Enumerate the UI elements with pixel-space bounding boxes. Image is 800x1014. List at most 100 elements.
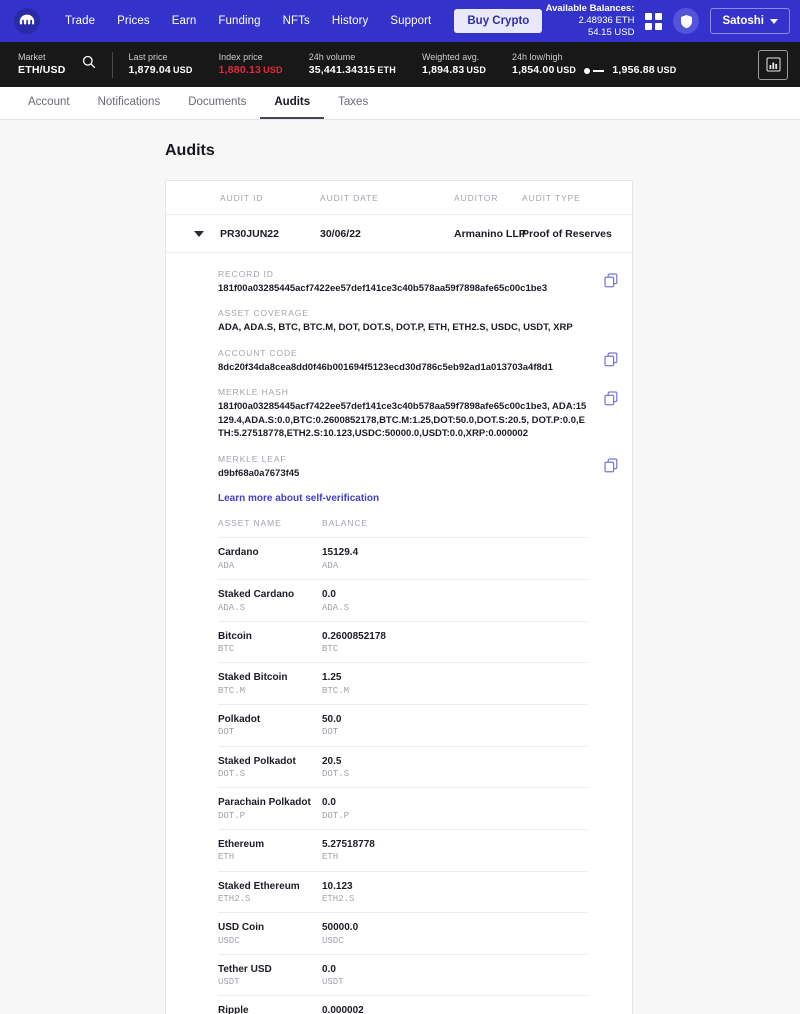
market-selector[interactable]: Market ETH/USD (18, 51, 96, 77)
nav-link-funding[interactable]: Funding (207, 15, 271, 27)
field-label: MERKLE LEAF (218, 454, 588, 464)
list-item: Staked Polkadot DOT.S 20.5 DOT.S (218, 747, 588, 789)
grid-apps-icon[interactable] (645, 13, 662, 30)
asset-balances-table: ASSET NAME BALANCE Cardano ADA 15129.4 A… (218, 518, 588, 1014)
nav-link-earn[interactable]: Earn (161, 15, 208, 27)
audits-card: AUDIT ID AUDIT DATE AUDITOR AUDIT TYPE P… (165, 180, 633, 1014)
market-value: ETH/USD (18, 63, 66, 77)
audit-detail-panel: RECORD ID 181f00a03285445acf7422ee57def1… (166, 253, 632, 1014)
asset-balance-cell: 0.0 DOT.P (322, 796, 588, 822)
audits-table-header: AUDIT ID AUDIT DATE AUDITOR AUDIT TYPE (166, 181, 632, 215)
user-menu-label: Satoshi (722, 15, 764, 27)
asset-balance-cell: 0.2600852178 BTC (322, 630, 588, 656)
stat-value: 35,441.34315ETH (309, 63, 396, 77)
asset-balance-cell: 50000.0 USDC (322, 921, 588, 947)
asset-balance-cell: 10.123 ETH2.S (322, 880, 588, 906)
column-header-audit-id: AUDIT ID (220, 193, 320, 203)
stat-label: 24h low/high (512, 51, 676, 63)
tab-documents[interactable]: Documents (174, 87, 260, 119)
tab-account[interactable]: Account (14, 87, 84, 119)
asset-balance: 0.0 (322, 796, 588, 810)
field-merkle-hash: MERKLE HASH 181f00a03285445acf7422ee57de… (166, 387, 632, 440)
account-sub-tabs: Account Notifications Documents Audits T… (0, 87, 800, 120)
asset-balance: 10.123 (322, 880, 588, 894)
asset-name: USD Coin (218, 921, 322, 935)
stat-value: 1,894.83USD (422, 63, 486, 77)
table-row[interactable]: PR30JUN22 30/06/22 Armanino LLP Proof of… (166, 215, 632, 253)
asset-name-cell: Tether USD USDT (218, 963, 322, 989)
cell-audit-id: PR30JUN22 (220, 228, 320, 240)
asset-name: Ethereum (218, 838, 322, 852)
asset-name: Staked Cardano (218, 588, 322, 602)
buy-crypto-button[interactable]: Buy Crypto (454, 9, 542, 33)
stat-value: 1,880.13USD (219, 63, 283, 77)
shield-icon[interactable] (673, 8, 699, 34)
kraken-logo-icon[interactable] (14, 8, 40, 34)
asset-balance-symbol: DOT.S (322, 768, 588, 780)
asset-name: Staked Polkadot (218, 755, 322, 769)
asset-name-cell: Ripple XRP (218, 1004, 322, 1014)
nav-link-nfts[interactable]: NFTs (272, 15, 321, 27)
asset-symbol: ETH2.S (218, 893, 322, 905)
stat-24h-low-high: 24h low/high 1,854.00USD 1,956.88USD (512, 51, 676, 77)
page-title: Audits (165, 142, 800, 160)
nav-link-history[interactable]: History (321, 15, 379, 27)
asset-balance: 0.0 (322, 963, 588, 977)
nav-link-trade[interactable]: Trade (54, 15, 106, 27)
copy-icon[interactable] (604, 352, 618, 372)
asset-name: Polkadot (218, 713, 322, 727)
asset-balance-cell: 15129.4 ADA (322, 546, 588, 572)
top-navigation-bar: Trade Prices Earn Funding NFTs History S… (0, 0, 800, 42)
asset-balance: 20.5 (322, 755, 588, 769)
asset-symbol: USDC (218, 935, 322, 947)
asset-symbol: ADA.S (218, 602, 322, 614)
user-menu-button[interactable]: Satoshi (710, 8, 790, 34)
field-label: RECORD ID (218, 269, 588, 279)
asset-balance-symbol: ADA (322, 560, 588, 572)
copy-icon[interactable] (604, 391, 618, 411)
stat-24h-volume: 24h volume 35,441.34315ETH (309, 51, 396, 77)
stat-label: 24h volume (309, 51, 396, 63)
asset-balance: 0.0 (322, 588, 588, 602)
column-header-balance: BALANCE (322, 518, 588, 528)
asset-name: Tether USD (218, 963, 322, 977)
asset-symbol: DOT.P (218, 810, 322, 822)
bar-chart-icon[interactable] (758, 50, 788, 80)
field-value: d9bf68a0a7673f45 (218, 467, 588, 480)
expand-toggle-button[interactable] (178, 231, 220, 237)
asset-table-header: ASSET NAME BALANCE (218, 518, 588, 538)
balance-usd: 54.15 USD (546, 27, 635, 39)
tab-audits[interactable]: Audits (260, 87, 324, 119)
balance-eth: 2.48936 ETH (546, 15, 635, 27)
asset-balance-cell: 50.0 DOT (322, 713, 588, 739)
asset-name-cell: Bitcoin BTC (218, 630, 322, 656)
stat-label: Last price (129, 51, 193, 63)
stat-label: Index price (219, 51, 283, 63)
asset-balance: 0.000002 (322, 1004, 588, 1014)
asset-balance-symbol: DOT (322, 726, 588, 738)
chevron-down-icon (770, 19, 778, 24)
asset-name: Cardano (218, 546, 322, 560)
asset-balance: 50.0 (322, 713, 588, 727)
field-value: ADA, ADA.S, BTC, BTC.M, DOT, DOT.S, DOT.… (218, 321, 588, 334)
stat-value: 1,879.04USD (129, 63, 193, 77)
asset-balance-symbol: ETH2.S (322, 893, 588, 905)
asset-name-cell: Parachain Polkadot DOT.P (218, 796, 322, 822)
asset-name: Parachain Polkadot (218, 796, 322, 810)
copy-icon[interactable] (604, 273, 618, 293)
tab-taxes[interactable]: Taxes (324, 87, 382, 119)
nav-link-support[interactable]: Support (379, 15, 442, 27)
copy-icon[interactable] (604, 458, 618, 478)
nav-link-prices[interactable]: Prices (106, 15, 161, 27)
self-verification-link[interactable]: Learn more about self-verification (218, 493, 632, 504)
asset-balance: 50000.0 (322, 921, 588, 935)
list-item: Tether USD USDT 0.0 USDT (218, 955, 588, 997)
field-value: 181f00a03285445acf7422ee57def141ce3c40b5… (218, 400, 588, 440)
asset-balance-cell: 1.25 BTC.M (322, 671, 588, 697)
search-icon[interactable] (82, 55, 96, 74)
asset-balance-symbol: USDT (322, 976, 588, 988)
asset-symbol: BTC.M (218, 685, 322, 697)
tab-notifications[interactable]: Notifications (84, 87, 175, 119)
asset-name-cell: Polkadot DOT (218, 713, 322, 739)
asset-balance: 0.2600852178 (322, 630, 588, 644)
